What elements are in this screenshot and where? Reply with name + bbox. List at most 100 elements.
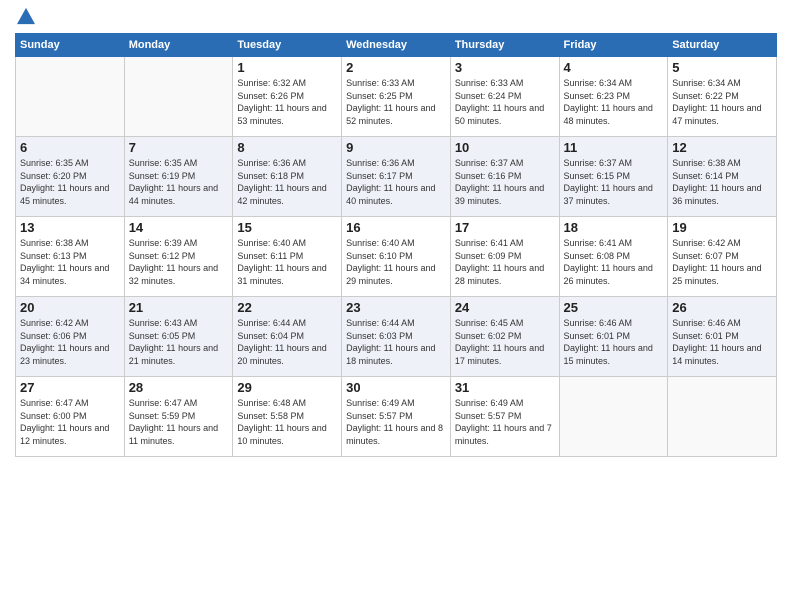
day-daylight: Daylight: 11 hours and 50 minutes. [455,103,544,126]
day-sunrise: Sunrise: 6:47 AM [20,398,89,408]
day-sunrise: Sunrise: 6:46 AM [672,318,741,328]
calendar-cell: 13 Sunrise: 6:38 AM Sunset: 6:13 PM Dayl… [16,217,125,297]
day-daylight: Daylight: 11 hours and 29 minutes. [346,263,435,286]
day-number: 8 [237,140,337,155]
day-number: 10 [455,140,555,155]
day-sunset: Sunset: 5:57 PM [346,411,413,421]
day-sunrise: Sunrise: 6:33 AM [455,78,524,88]
calendar-week-row: 27 Sunrise: 6:47 AM Sunset: 6:00 PM Dayl… [16,377,777,457]
day-number: 14 [129,220,229,235]
day-number: 15 [237,220,337,235]
day-daylight: Daylight: 11 hours and 40 minutes. [346,183,435,206]
day-number: 27 [20,380,120,395]
day-sunset: Sunset: 6:20 PM [20,171,87,181]
day-sunset: Sunset: 6:01 PM [564,331,631,341]
calendar-week-row: 6 Sunrise: 6:35 AM Sunset: 6:20 PM Dayli… [16,137,777,217]
col-header-friday: Friday [559,34,668,57]
day-sunrise: Sunrise: 6:49 AM [346,398,415,408]
calendar-cell: 7 Sunrise: 6:35 AM Sunset: 6:19 PM Dayli… [124,137,233,217]
day-sunrise: Sunrise: 6:36 AM [346,158,415,168]
col-header-thursday: Thursday [450,34,559,57]
day-number: 6 [20,140,120,155]
day-daylight: Daylight: 11 hours and 11 minutes. [129,423,218,446]
calendar-cell: 8 Sunrise: 6:36 AM Sunset: 6:18 PM Dayli… [233,137,342,217]
calendar-week-row: 13 Sunrise: 6:38 AM Sunset: 6:13 PM Dayl… [16,217,777,297]
day-daylight: Daylight: 11 hours and 18 minutes. [346,343,435,366]
calendar-header-row: SundayMondayTuesdayWednesdayThursdayFrid… [16,34,777,57]
day-sunset: Sunset: 6:10 PM [346,251,413,261]
day-sunrise: Sunrise: 6:35 AM [129,158,198,168]
day-number: 17 [455,220,555,235]
calendar-cell: 1 Sunrise: 6:32 AM Sunset: 6:26 PM Dayli… [233,57,342,137]
calendar-cell: 6 Sunrise: 6:35 AM Sunset: 6:20 PM Dayli… [16,137,125,217]
day-daylight: Daylight: 11 hours and 44 minutes. [129,183,218,206]
day-sunset: Sunset: 6:14 PM [672,171,739,181]
calendar-cell: 9 Sunrise: 6:36 AM Sunset: 6:17 PM Dayli… [342,137,451,217]
day-daylight: Daylight: 11 hours and 25 minutes. [672,263,761,286]
day-number: 1 [237,60,337,75]
day-sunrise: Sunrise: 6:43 AM [129,318,198,328]
day-sunrise: Sunrise: 6:38 AM [20,238,89,248]
day-daylight: Daylight: 11 hours and 53 minutes. [237,103,326,126]
calendar-table: SundayMondayTuesdayWednesdayThursdayFrid… [15,33,777,457]
day-sunset: Sunset: 5:57 PM [455,411,522,421]
day-number: 25 [564,300,664,315]
calendar-cell: 3 Sunrise: 6:33 AM Sunset: 6:24 PM Dayli… [450,57,559,137]
day-number: 12 [672,140,772,155]
page-container: SundayMondayTuesdayWednesdayThursdayFrid… [0,0,792,467]
day-sunrise: Sunrise: 6:41 AM [455,238,524,248]
day-daylight: Daylight: 11 hours and 26 minutes. [564,263,653,286]
day-sunrise: Sunrise: 6:37 AM [564,158,633,168]
day-sunset: Sunset: 6:24 PM [455,91,522,101]
day-daylight: Daylight: 11 hours and 48 minutes. [564,103,653,126]
day-sunrise: Sunrise: 6:39 AM [129,238,198,248]
day-daylight: Daylight: 11 hours and 7 minutes. [455,423,552,446]
day-daylight: Daylight: 11 hours and 52 minutes. [346,103,435,126]
day-number: 31 [455,380,555,395]
day-sunset: Sunset: 6:13 PM [20,251,87,261]
col-header-tuesday: Tuesday [233,34,342,57]
day-number: 29 [237,380,337,395]
day-number: 3 [455,60,555,75]
day-number: 28 [129,380,229,395]
day-daylight: Daylight: 11 hours and 47 minutes. [672,103,761,126]
day-sunset: Sunset: 6:12 PM [129,251,196,261]
day-sunrise: Sunrise: 6:41 AM [564,238,633,248]
day-daylight: Daylight: 11 hours and 42 minutes. [237,183,326,206]
calendar-cell: 11 Sunrise: 6:37 AM Sunset: 6:15 PM Dayl… [559,137,668,217]
day-daylight: Daylight: 11 hours and 28 minutes. [455,263,544,286]
day-daylight: Daylight: 11 hours and 32 minutes. [129,263,218,286]
calendar-cell: 15 Sunrise: 6:40 AM Sunset: 6:11 PM Dayl… [233,217,342,297]
day-sunrise: Sunrise: 6:34 AM [672,78,741,88]
calendar-cell: 30 Sunrise: 6:49 AM Sunset: 5:57 PM Dayl… [342,377,451,457]
day-number: 30 [346,380,446,395]
day-sunset: Sunset: 5:58 PM [237,411,304,421]
day-sunset: Sunset: 6:01 PM [672,331,739,341]
day-sunrise: Sunrise: 6:35 AM [20,158,89,168]
day-number: 24 [455,300,555,315]
day-sunset: Sunset: 6:19 PM [129,171,196,181]
day-sunset: Sunset: 6:25 PM [346,91,413,101]
day-sunrise: Sunrise: 6:33 AM [346,78,415,88]
day-sunrise: Sunrise: 6:48 AM [237,398,306,408]
day-number: 19 [672,220,772,235]
day-number: 16 [346,220,446,235]
day-sunset: Sunset: 6:07 PM [672,251,739,261]
calendar-cell [124,57,233,137]
day-sunrise: Sunrise: 6:47 AM [129,398,198,408]
day-sunset: Sunset: 6:08 PM [564,251,631,261]
col-header-sunday: Sunday [16,34,125,57]
day-number: 13 [20,220,120,235]
day-daylight: Daylight: 11 hours and 10 minutes. [237,423,326,446]
day-number: 26 [672,300,772,315]
day-sunset: Sunset: 6:11 PM [237,251,303,261]
day-sunset: Sunset: 6:09 PM [455,251,522,261]
col-header-monday: Monday [124,34,233,57]
day-sunset: Sunset: 6:02 PM [455,331,522,341]
day-sunset: Sunset: 6:17 PM [346,171,413,181]
calendar-cell: 31 Sunrise: 6:49 AM Sunset: 5:57 PM Dayl… [450,377,559,457]
day-sunset: Sunset: 6:03 PM [346,331,413,341]
day-sunset: Sunset: 6:18 PM [237,171,304,181]
day-sunset: Sunset: 6:15 PM [564,171,631,181]
day-daylight: Daylight: 11 hours and 34 minutes. [20,263,109,286]
